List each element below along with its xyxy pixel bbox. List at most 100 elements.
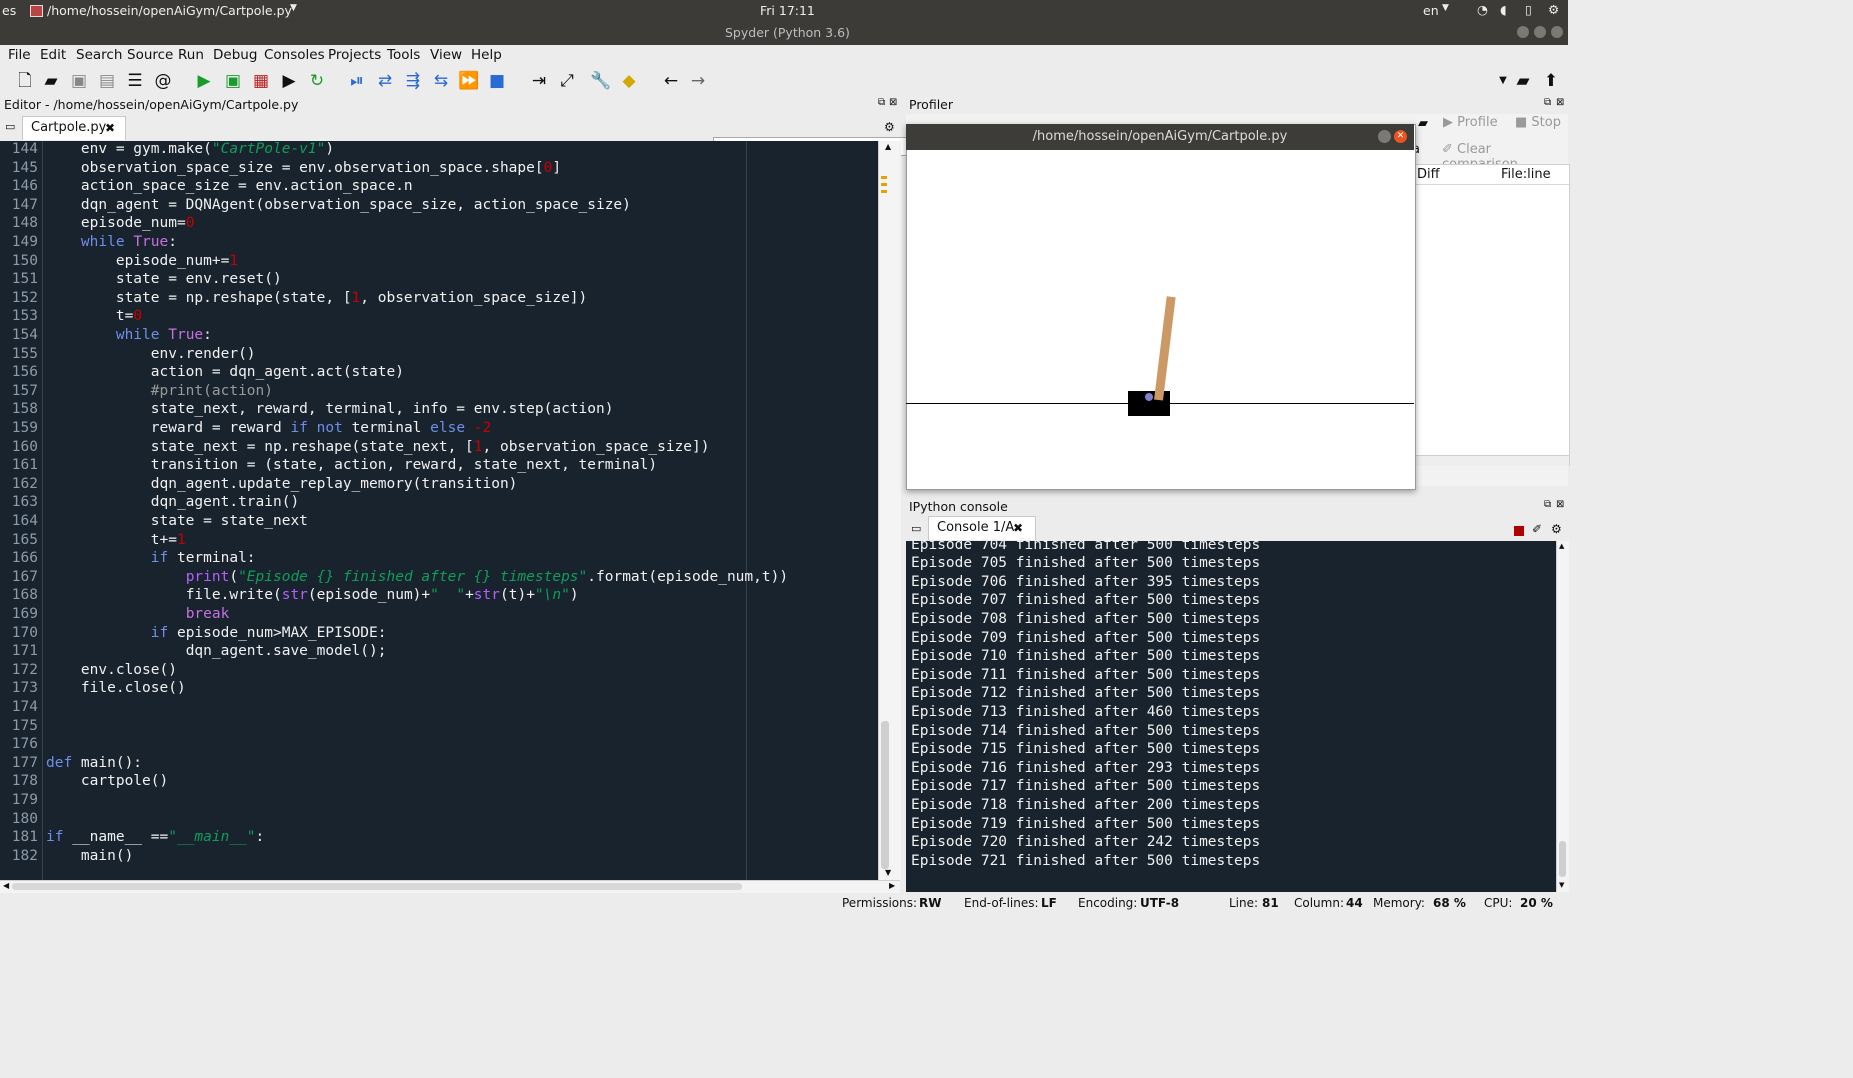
maximize-icon[interactable] [1534, 26, 1546, 38]
code-line[interactable]: file.close() [46, 680, 186, 696]
menu-debug[interactable]: Debug [213, 47, 257, 63]
continue-icon[interactable]: ⏩ [458, 70, 480, 92]
stop-debug-icon[interactable]: ■ [486, 70, 508, 92]
code-line[interactable]: action_space_size = env.action_space.n [46, 178, 413, 194]
browse-folder-icon[interactable]: ▰ [1512, 70, 1534, 92]
wifi-icon[interactable]: ◔ [1477, 2, 1488, 17]
code-line[interactable]: if episode_num>MAX_EPISODE: [46, 625, 387, 641]
step-return-icon[interactable]: ⇆ [430, 70, 452, 92]
save-icon[interactable]: ▣ [68, 70, 90, 92]
menu-edit[interactable]: Edit [40, 47, 66, 63]
stop-kernel-icon[interactable] [1514, 526, 1524, 536]
battery-icon[interactable]: ▯ [1525, 2, 1532, 17]
stop-button[interactable]: ■ Stop [1515, 115, 1561, 130]
edit-icon[interactable]: ✐ [1532, 522, 1542, 536]
code-line[interactable]: #print(action) [46, 383, 273, 399]
code-line[interactable]: cartpole() [46, 773, 168, 789]
code-line[interactable]: file.write(str(episode_num)+" "+str(t)+"… [46, 587, 579, 603]
browse-tabs-icon[interactable]: ▭ [5, 120, 15, 133]
chevron-down-icon[interactable]: ▼ [1492, 70, 1514, 92]
code-line[interactable]: while True: [46, 327, 212, 343]
run-icon[interactable]: ▶ [193, 70, 215, 92]
code-line[interactable]: t=0 [46, 308, 142, 324]
list-icon[interactable]: ☰ [124, 70, 146, 92]
language-indicator[interactable]: en [1423, 3, 1439, 18]
active-window-menu[interactable]: /home/hossein/openAiGym/Cartpole.py [47, 3, 292, 18]
undock-icon[interactable]: ⧉ [1544, 499, 1551, 510]
scroll-down-icon[interactable]: ▼ [1559, 881, 1564, 889]
minimize-icon[interactable] [1378, 130, 1391, 143]
menu-view[interactable]: View [430, 47, 462, 63]
code-line[interactable]: def main(): [46, 755, 142, 771]
code-line[interactable]: t+=1 [46, 532, 186, 548]
step-into-icon[interactable]: ⇶ [402, 70, 424, 92]
activities-clip[interactable]: es [2, 3, 16, 18]
scroll-left-icon[interactable]: ◀ [3, 881, 9, 890]
parent-directory-icon[interactable]: ⬆ [1540, 70, 1562, 92]
volume-icon[interactable]: ◖ [1500, 2, 1507, 17]
new-file-icon[interactable]: 🗋 [14, 70, 36, 92]
back-arrow-icon[interactable]: ← [660, 70, 682, 92]
at-icon[interactable]: @ [152, 70, 174, 92]
editor-vertical-scrollbar[interactable]: ▲ ▼ [878, 141, 901, 880]
close-pane-icon[interactable]: ⊠ [889, 97, 897, 108]
gym-render-window[interactable] [906, 124, 1416, 490]
menu-consoles[interactable]: Consoles [264, 47, 325, 63]
scroll-up-icon[interactable]: ▲ [1559, 542, 1564, 550]
close-icon[interactable] [1551, 26, 1563, 38]
rerun-icon[interactable]: ↻ [306, 70, 328, 92]
column-header-diff[interactable]: Diff [1417, 167, 1440, 182]
menu-projects[interactable]: Projects [328, 47, 381, 63]
code-line[interactable]: env = gym.make("CartPole-v1") [46, 141, 334, 157]
close-pane-icon[interactable]: ⊠ [1556, 499, 1564, 510]
tab-cartpole[interactable]: Cartpole.py ✖ [22, 116, 126, 140]
menu-source[interactable]: Source [127, 47, 173, 63]
code-line[interactable]: observation_space_size = env.observation… [46, 160, 561, 176]
code-line[interactable]: main() [46, 848, 133, 864]
menu-run[interactable]: Run [178, 47, 204, 63]
console-vertical-scrollbar[interactable]: ▲ ▼ [1556, 541, 1569, 892]
close-tab-icon[interactable]: ✖ [1013, 517, 1023, 539]
scroll-up-icon[interactable]: ▲ [885, 142, 891, 151]
code-line[interactable]: break [46, 606, 230, 622]
options-gear-icon[interactable]: ⚙ [1551, 522, 1562, 536]
settings-icon[interactable]: ⚙ [1548, 2, 1559, 17]
undock-icon[interactable]: ⧉ [1544, 97, 1551, 108]
code-line[interactable]: env.close() [46, 662, 177, 678]
menu-file[interactable]: File [8, 47, 31, 63]
close-tab-icon[interactable]: ✖ [105, 117, 115, 139]
preferences-wrench-icon[interactable]: 🔧 [590, 70, 612, 92]
minimize-icon[interactable] [1517, 26, 1529, 38]
fullscreen-icon[interactable]: ⤢ [556, 70, 578, 92]
menu-search[interactable]: Search [76, 47, 122, 63]
code-line[interactable]: state = state_next [46, 513, 308, 529]
scroll-thumb[interactable] [1559, 841, 1566, 877]
scroll-down-icon[interactable]: ▼ [885, 868, 891, 877]
python-path-icon[interactable]: ◆ [618, 70, 640, 92]
code-line[interactable]: episode_num=0 [46, 215, 195, 231]
column-header-file-line[interactable]: File:line [1501, 167, 1551, 182]
editor-horizontal-scrollbar[interactable]: ◀ ▶ [0, 880, 900, 893]
code-line[interactable]: while True: [46, 234, 177, 250]
run-cell-icon[interactable]: ▦ [250, 70, 272, 92]
open-file-icon[interactable]: ▰ [40, 70, 62, 92]
forward-arrow-icon[interactable]: → [687, 70, 709, 92]
options-gear-icon[interactable]: ⚙ [884, 120, 895, 134]
code-line[interactable]: dqn_agent.update_replay_memory(transitio… [46, 476, 518, 492]
code-line[interactable]: state = env.reset() [46, 271, 282, 287]
scroll-right-icon[interactable]: ▶ [889, 881, 895, 890]
maximize-pane-icon[interactable]: ⇥ [528, 70, 550, 92]
code-line[interactable]: dqn_agent = DQNAgent(observation_space_s… [46, 197, 631, 213]
step-icon[interactable]: ⇄ [374, 70, 396, 92]
code-line[interactable]: dqn_agent.train() [46, 494, 299, 510]
close-pane-icon[interactable]: ⊠ [1556, 97, 1564, 108]
save-all-icon[interactable]: ▤ [96, 70, 118, 92]
code-line[interactable]: state = np.reshape(state, [1, observatio… [46, 290, 587, 306]
profiler-results-table[interactable]: Diff File:line [1414, 164, 1570, 466]
close-icon[interactable]: ✕ [1394, 130, 1407, 143]
code-line[interactable]: state_next, reward, terminal, info = env… [46, 401, 614, 417]
menu-help[interactable]: Help [471, 47, 502, 63]
menu-tools[interactable]: Tools [387, 47, 420, 63]
scroll-thumb[interactable] [12, 883, 742, 890]
run-cell-advance-icon[interactable]: ▶ [278, 70, 300, 92]
